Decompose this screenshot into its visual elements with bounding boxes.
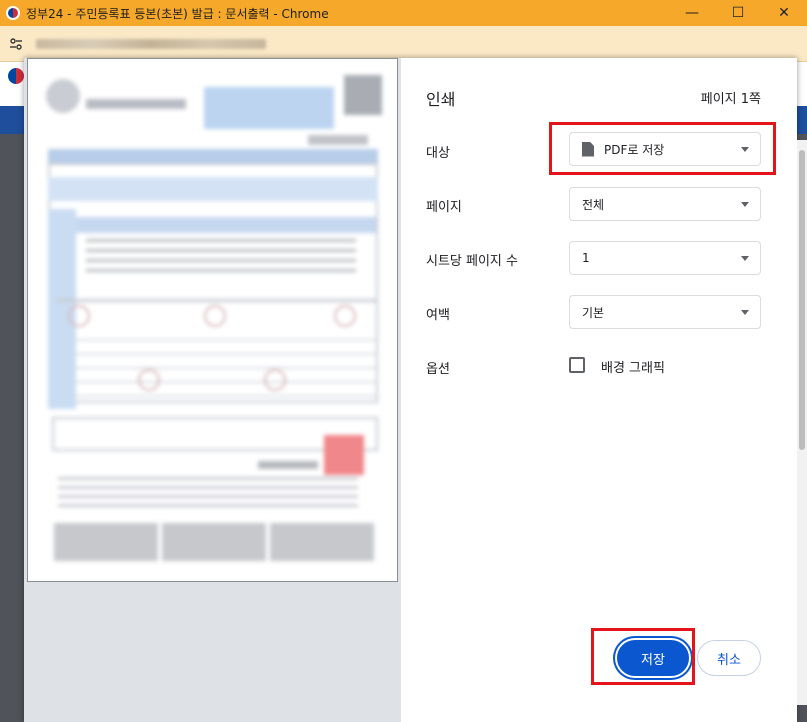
close-button[interactable]: ✕ bbox=[761, 0, 807, 26]
gov24-logo-icon bbox=[8, 68, 24, 84]
page-count: 페이지 1쪽 bbox=[700, 92, 761, 107]
pages-value: 전체 bbox=[582, 197, 605, 212]
window-controls: — ☐ ✕ bbox=[669, 0, 807, 26]
dropdown-caret-icon bbox=[741, 310, 749, 315]
minimize-button[interactable]: — bbox=[669, 0, 715, 26]
options-label: 옵션 bbox=[426, 362, 450, 377]
url-text-redacted[interactable] bbox=[36, 38, 266, 49]
tune-icon[interactable] bbox=[4, 32, 28, 56]
maximize-button[interactable]: ☐ bbox=[715, 0, 761, 26]
print-dialog: 인쇄 페이지 1쪽 대상 PDF로 저장 페이지 전체 시트당 페이지 수 1 … bbox=[24, 58, 797, 722]
background-graphics-checkbox[interactable] bbox=[569, 357, 585, 373]
cancel-button[interactable]: 취소 bbox=[697, 640, 761, 676]
destination-select[interactable]: PDF로 저장 bbox=[569, 132, 761, 166]
pages-label: 페이지 bbox=[426, 200, 462, 215]
margins-label: 여백 bbox=[426, 308, 450, 323]
margins-select[interactable]: 기본 bbox=[569, 295, 761, 329]
window-title: 정부24 - 주민등록표 등본(초본) 발급 : 문서출력 - Chrome bbox=[26, 6, 329, 21]
dropdown-caret-icon bbox=[741, 256, 749, 261]
margins-value: 기본 bbox=[582, 305, 605, 320]
blurred-document-preview bbox=[28, 59, 397, 581]
address-bar bbox=[0, 26, 807, 62]
background-graphics-label[interactable]: 배경 그래픽 bbox=[601, 357, 665, 376]
scrollbar-thumb[interactable] bbox=[799, 150, 805, 450]
document-icon bbox=[582, 141, 594, 157]
dropdown-caret-icon bbox=[741, 202, 749, 207]
print-settings-panel: 인쇄 페이지 1쪽 대상 PDF로 저장 페이지 전체 시트당 페이지 수 1 … bbox=[401, 58, 797, 722]
page-scrollbar[interactable] bbox=[797, 140, 807, 705]
print-preview-page bbox=[27, 58, 398, 582]
pages-per-sheet-value: 1 bbox=[582, 251, 590, 265]
pages-per-sheet-select[interactable]: 1 bbox=[569, 241, 761, 275]
print-preview-area bbox=[24, 58, 401, 722]
taegeuk-app-icon bbox=[6, 6, 20, 20]
dropdown-caret-icon bbox=[741, 147, 749, 152]
destination-label: 대상 bbox=[426, 146, 450, 161]
window-titlebar: 정부24 - 주민등록표 등본(초본) 발급 : 문서출력 - Chrome —… bbox=[0, 0, 807, 26]
dialog-title: 인쇄 bbox=[426, 90, 456, 109]
destination-value: PDF로 저장 bbox=[604, 142, 665, 157]
pages-per-sheet-label: 시트당 페이지 수 bbox=[426, 254, 518, 269]
pages-select[interactable]: 전체 bbox=[569, 187, 761, 221]
save-button[interactable]: 저장 bbox=[617, 640, 689, 676]
